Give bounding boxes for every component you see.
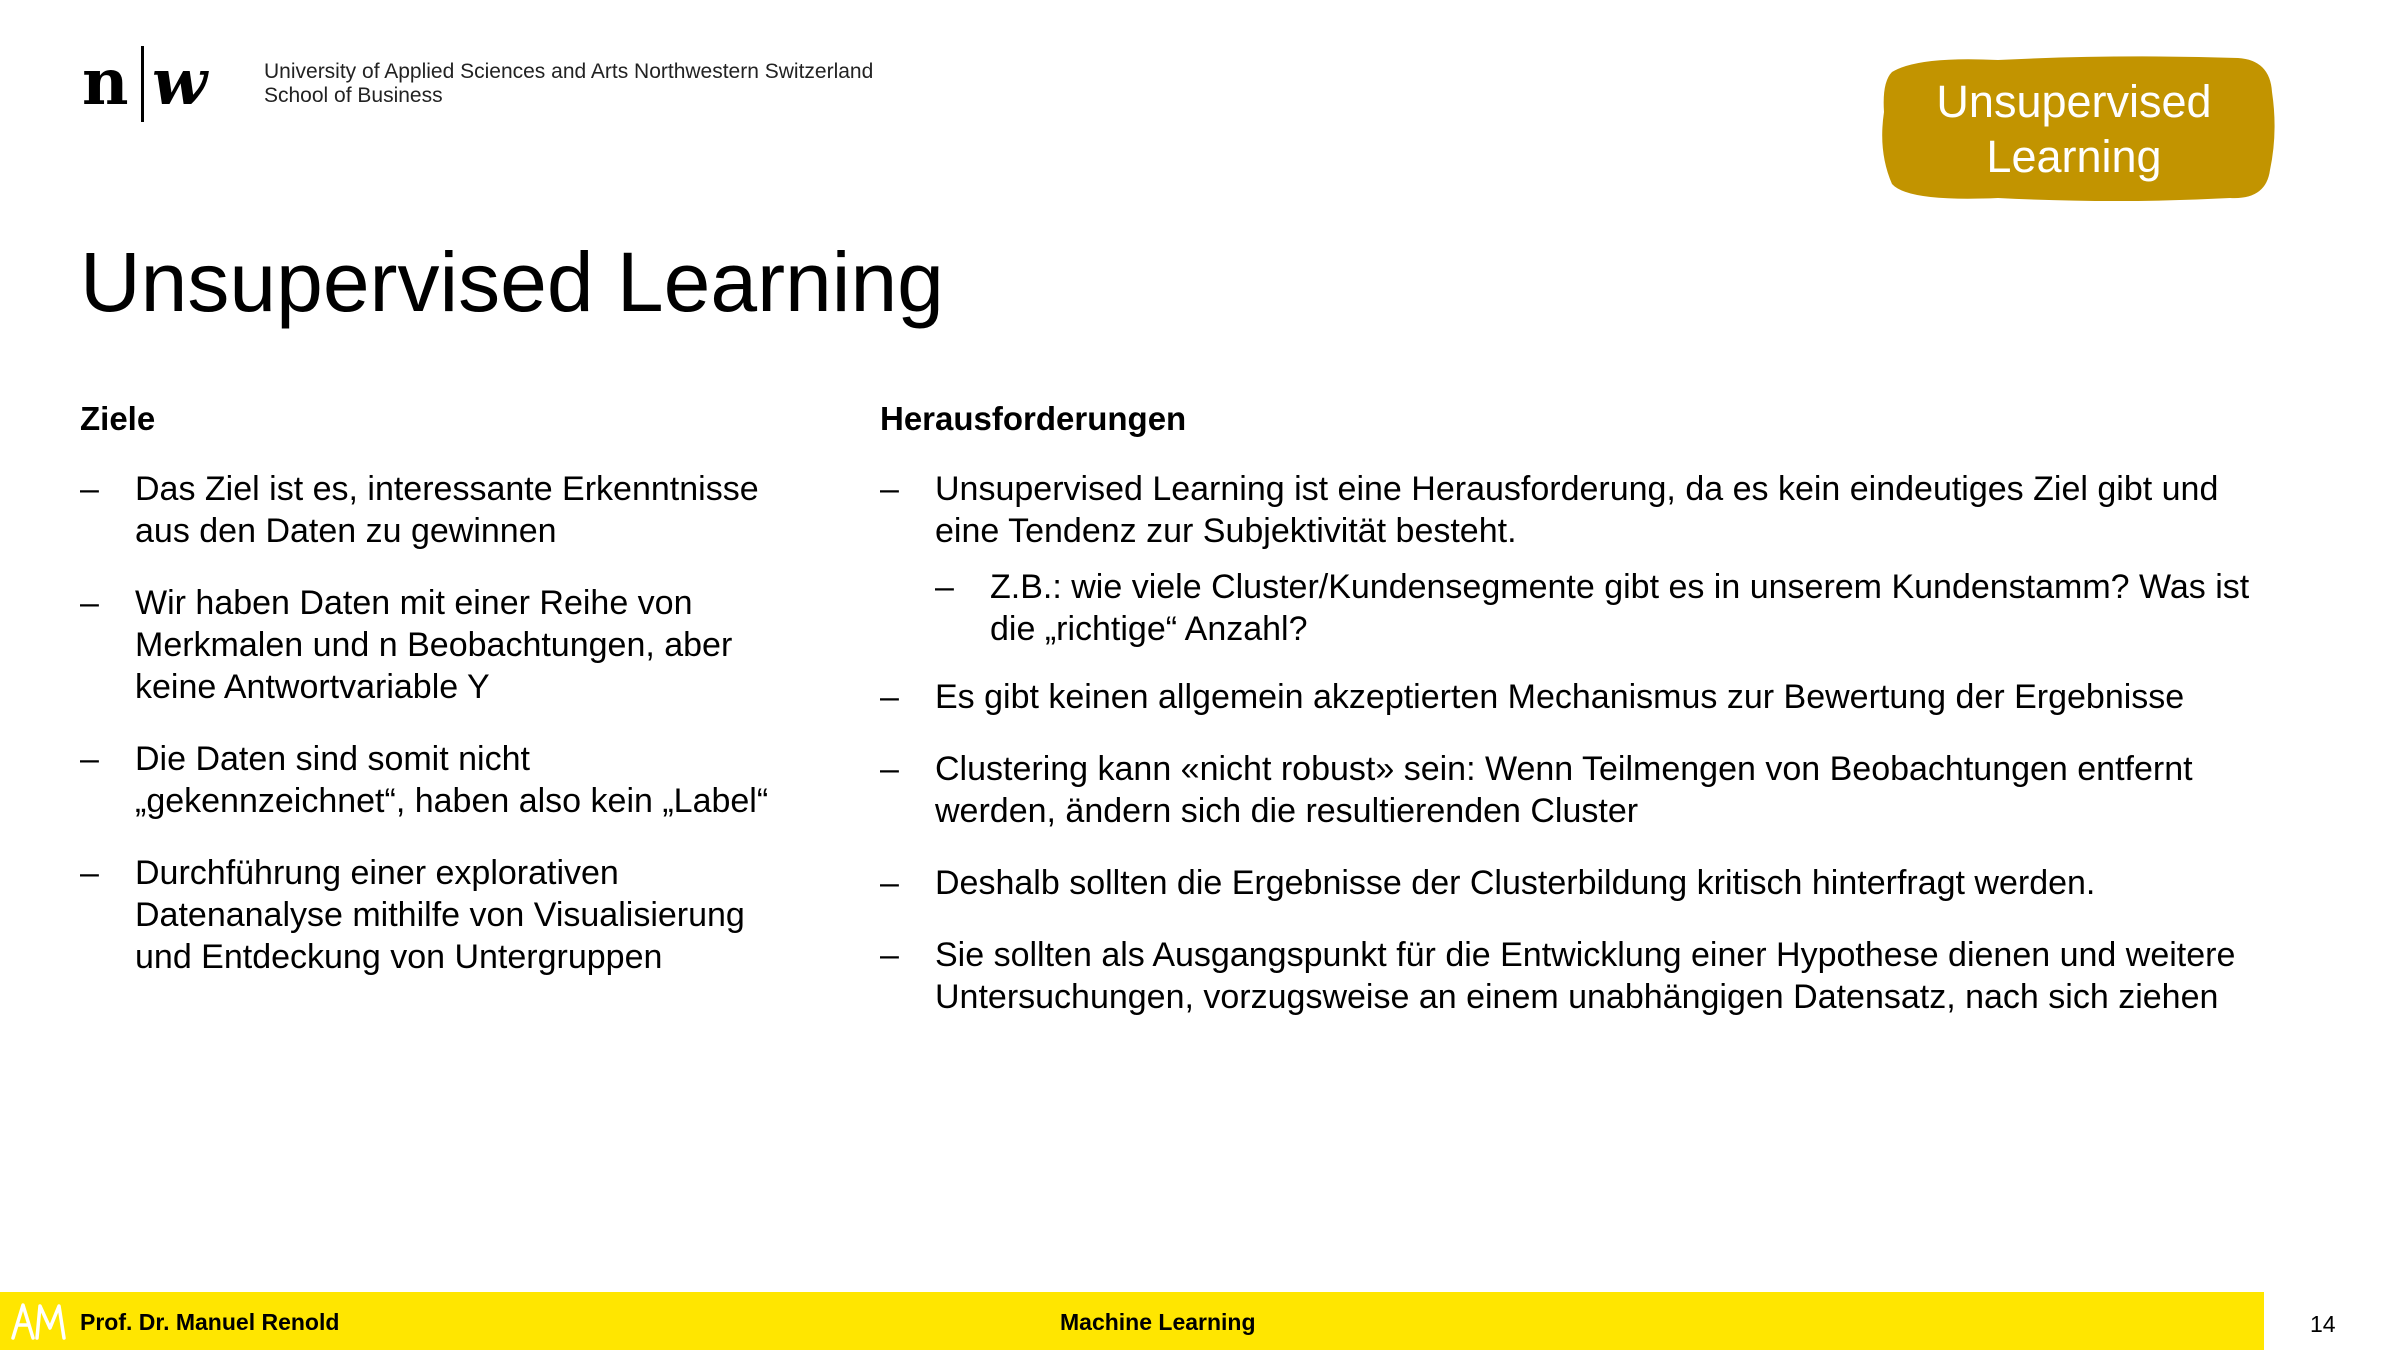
am-logo-icon [10,1300,68,1342]
svg-text:w: w [152,45,209,120]
fhnw-logo: n w [82,42,232,126]
page-number: 14 [2310,1311,2336,1337]
list-item: – Die Daten sind somit nicht „gekennzeich… [80,738,800,822]
bullet-dash: – [80,584,99,622]
bullet-text: Wir haben Daten mit einer Reihe von Merk… [135,584,733,706]
bullet-text: Durchführung einer explorativen Datenana… [135,854,745,976]
badge-line2: Learning [1986,131,2162,182]
svg-text:n: n [82,45,129,120]
bullet-dash: – [880,936,899,974]
bullet-dash: – [880,750,899,788]
challenges-column: Herausforderungen – Unsupervised Learning… [880,398,2280,1048]
bullet-dash: – [880,470,899,508]
bullet-text: Das Ziel ist es, interessante Erkenntnis… [135,470,759,550]
goals-heading: Ziele [80,400,156,437]
list-item: – Clustering kann «nicht robust» sein: We… [880,748,2280,832]
course-name: Machine Learning [1060,1309,1256,1335]
bullet-text: Die Daten sind somit nicht „gekennzeichn… [135,740,769,820]
bullet-text: Deshalb sollten die Ergebnisse der Clust… [935,864,2096,902]
bullet-text: Sie sollten als Ausgangspunkt für die En… [935,936,2236,1016]
footer-bar: Prof. Dr. Manuel Renold Machine Learning [0,1292,2264,1350]
goals-column: Ziele – Das Ziel ist es, interessante Erk… [80,398,800,1008]
sub-bullet-dash: – [935,568,954,606]
badge-line1: Unsupervised [1936,76,2212,127]
bullet-dash: – [80,470,99,508]
bullet-dash: – [80,740,99,778]
list-item: – Es gibt keinen allgemein akzeptierten M… [880,676,2280,718]
bullet-dash: – [880,864,899,902]
challenges-list: – Unsupervised Learning ist eine Herausfo… [880,468,2280,1018]
sub-list-item: – Z.B.: wie viele Cluster/Kundensegmente … [935,566,2280,650]
presenter-name: Prof. Dr. Manuel Renold [80,1309,340,1335]
list-item: – Durchführung einer explorativen Datenan… [80,852,800,978]
bullet-text: Clustering kann «nicht robust» sein: Wen… [935,750,2193,830]
bullet-dash: – [880,678,899,716]
goals-list: – Das Ziel ist es, interessante Erkenntni… [80,468,800,978]
school-line: School of Business [264,84,443,107]
list-item: – Das Ziel ist es, interessante Erkenntni… [80,468,800,552]
list-item: – Deshalb sollten die Ergebnisse der Clus… [880,862,2280,904]
challenges-heading: Herausforderungen [880,400,1187,437]
university-line: University of Applied Sciences and Arts … [264,60,874,83]
list-item: – Wir haben Daten mit einer Reihe von Mer… [80,582,800,708]
list-item: – Unsupervised Learning ist eine Herausfo… [880,468,2280,650]
list-item: – Sie sollten als Ausgangspunkt für die E… [880,934,2280,1018]
sub-list: – Z.B.: wie viele Cluster/Kundensegmente … [935,566,2280,650]
slide-title: Unsupervised Learning [80,235,944,329]
bullet-text: Unsupervised Learning ist eine Herausfor… [935,470,2219,550]
bullet-dash: – [80,854,99,892]
topic-badge: Unsupervised Learning [1878,52,2278,206]
university-name: University of Applied Sciences and Arts … [264,60,873,108]
bullet-text: Es gibt keinen allgemein akzeptierten Me… [935,678,2185,716]
sub-bullet-text: Z.B.: wie viele Cluster/Kundensegmente g… [990,568,2250,648]
